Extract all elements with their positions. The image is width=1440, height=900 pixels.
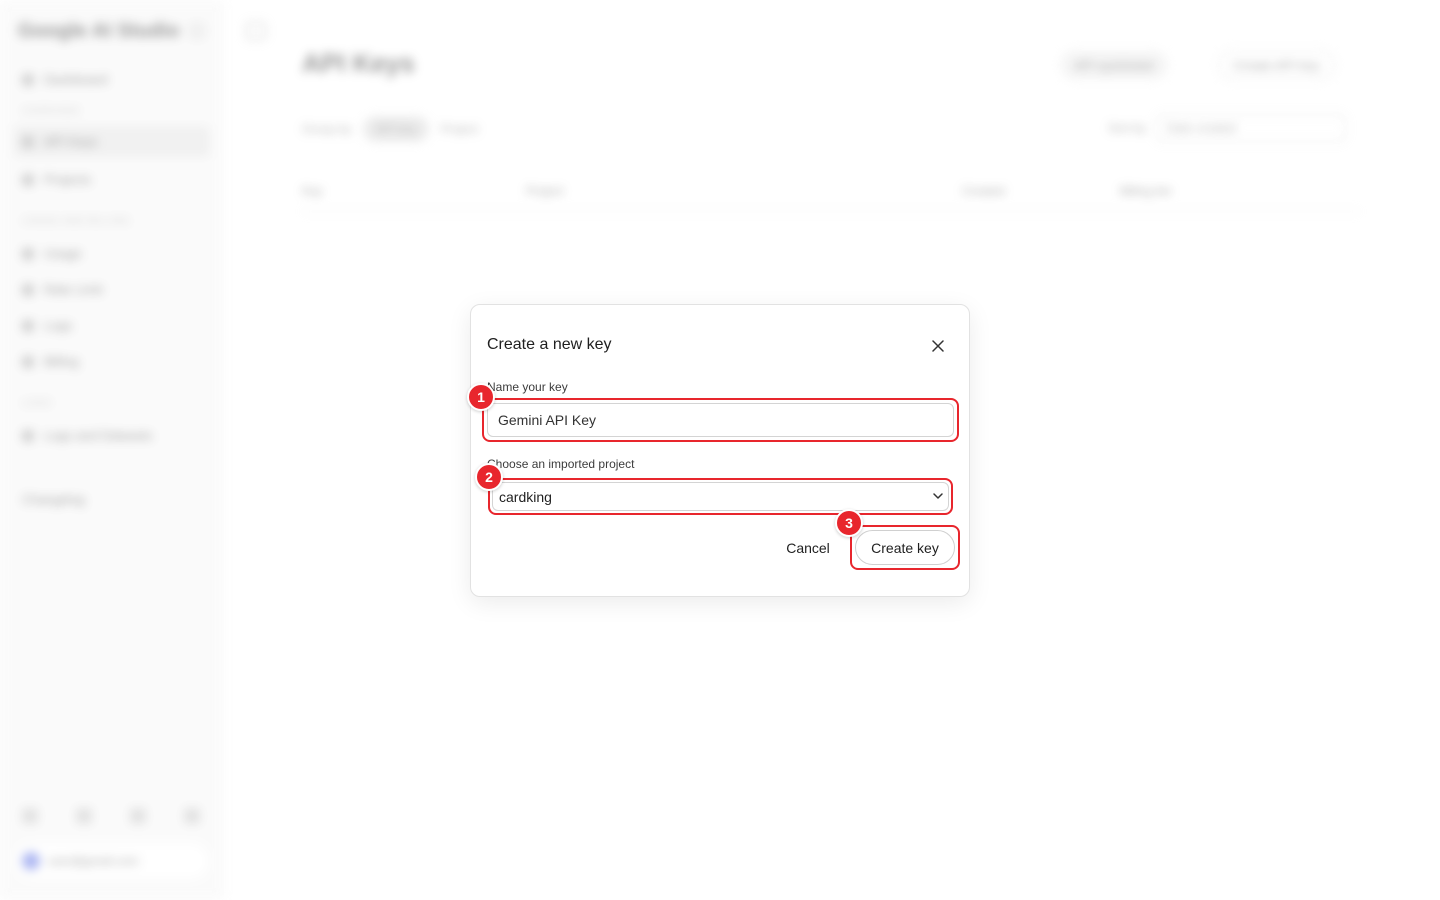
sidebar: Google AI Studio Dashboard OVERVIEW API … — [0, 0, 224, 900]
page-title: API Keys — [302, 48, 415, 78]
key-name-label: Name your key — [487, 380, 568, 394]
list-icon — [22, 319, 34, 332]
column-header: Project — [526, 184, 564, 198]
changelog-label: Changelog — [22, 492, 85, 507]
help-icon[interactable] — [22, 808, 38, 824]
folder-icon — [22, 173, 34, 186]
quickstart-button[interactable]: API quickstart — [1060, 50, 1169, 80]
sort-select[interactable]: Date created — [1156, 114, 1347, 142]
settings-icon[interactable] — [184, 808, 200, 824]
step-badge-1: 1 — [467, 383, 495, 411]
close-icon — [932, 340, 944, 352]
step-badge-2: 2 — [475, 463, 503, 491]
group-by-label: Group by — [302, 122, 352, 136]
user-email: user@gmail.com — [48, 854, 139, 868]
create-key-highlight: Create key — [850, 525, 960, 570]
create-key-button[interactable]: Create key — [855, 530, 955, 565]
avatar — [22, 852, 40, 870]
sidebar-item-label: Projects — [44, 172, 91, 187]
gauge-icon — [22, 283, 34, 296]
changelog-link[interactable]: Changelog — [22, 492, 85, 507]
sidebar-collapse-icon[interactable] — [190, 24, 204, 38]
cancel-button[interactable]: Cancel — [773, 534, 843, 562]
sidebar-item-projects[interactable]: Projects — [22, 172, 91, 187]
sidebar-item-dashboard[interactable]: Dashboard — [22, 72, 108, 87]
database-icon — [22, 429, 34, 442]
sidebar-item-label: Billing — [44, 354, 79, 369]
app-logo: Google AI Studio — [18, 20, 180, 42]
close-button[interactable] — [927, 335, 949, 357]
sidebar-item-label: Rate Limit — [44, 282, 103, 297]
sidebar-item-api-keys[interactable]: API Keys — [14, 126, 210, 157]
dashboard-icon — [22, 73, 34, 86]
table-header: Key Project Created Billing tier — [302, 180, 1360, 212]
sidebar-item-label: Logs and Datasets — [44, 428, 153, 443]
project-label: Choose an imported project — [487, 457, 635, 471]
column-header: Created — [962, 184, 1005, 198]
sidebar-section-usage: USAGE AND BILLING — [22, 216, 130, 227]
sidebar-section-overview: OVERVIEW — [22, 106, 80, 117]
user-account[interactable]: user@gmail.com — [14, 842, 210, 880]
create-key-dialog: Create a new key Name your key Choose an… — [470, 304, 970, 597]
create-api-key-button[interactable]: Create API key — [1218, 50, 1335, 80]
sidebar-bottom-icons — [22, 808, 200, 824]
project-select-value: cardking — [499, 488, 552, 505]
chevron-down-icon — [933, 493, 943, 499]
sidebar-item-rate-limit[interactable]: Rate Limit — [22, 282, 103, 297]
sidebar-item-label: Logs — [44, 318, 73, 333]
sort-control: Sort by Date created — [1108, 114, 1347, 142]
column-header: Billing tier — [1120, 184, 1173, 198]
card-icon — [22, 355, 34, 368]
sidebar-item-label: Usage — [44, 246, 82, 261]
group-by-project[interactable]: Project — [441, 122, 478, 136]
project-select-highlight: cardking — [488, 478, 953, 515]
dialog-title: Create a new key — [487, 336, 612, 353]
key-name-input[interactable] — [487, 403, 954, 437]
group-by-filter: Group by API key Project — [302, 116, 478, 142]
group-by-api-key[interactable]: API key — [363, 116, 429, 142]
key-icon — [22, 135, 34, 148]
chart-icon — [22, 247, 34, 260]
sidebar-item-datasets[interactable]: Logs and Datasets — [22, 428, 152, 443]
step-badge-3: 3 — [835, 509, 863, 537]
column-header: Key — [302, 184, 323, 198]
sort-label: Sort by — [1108, 121, 1147, 135]
sidebar-section-logs: LOGS — [22, 398, 52, 409]
sidebar-item-billing[interactable]: Billing — [22, 354, 79, 369]
sidebar-item-usage[interactable]: Usage — [22, 246, 82, 261]
sidebar-item-label: Dashboard — [44, 72, 108, 87]
project-select[interactable]: cardking — [492, 482, 949, 511]
key-name-highlight — [482, 398, 959, 442]
sidebar-item-label: API Keys — [44, 134, 98, 149]
docs-icon[interactable] — [76, 808, 92, 824]
sidebar-item-logs[interactable]: Logs — [22, 318, 72, 333]
panel-toggle-icon[interactable] — [246, 22, 266, 40]
theme-icon[interactable] — [130, 808, 146, 824]
